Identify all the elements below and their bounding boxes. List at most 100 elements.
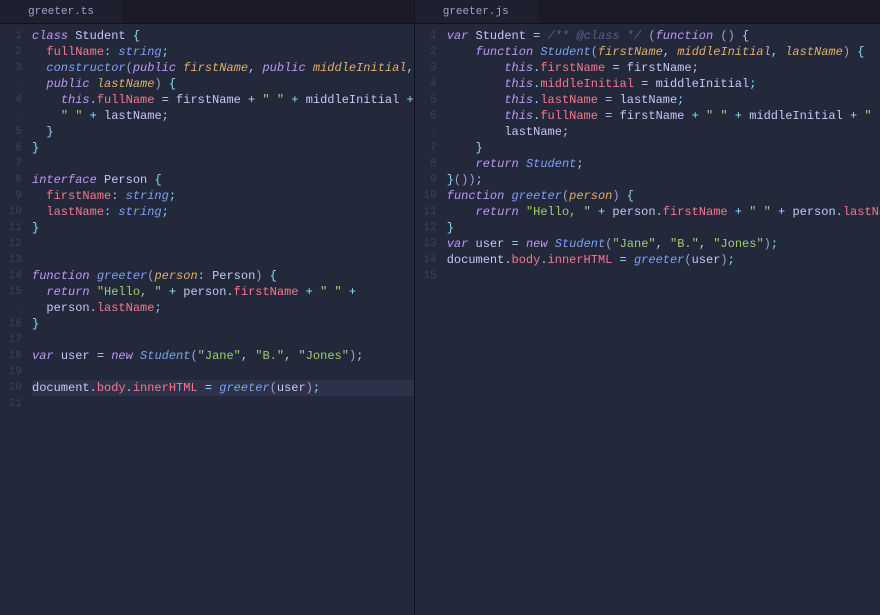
editor-left[interactable]: 123·4·56789101112131415·161718192021 cla… (0, 24, 414, 615)
code-line[interactable]: class Student { (32, 28, 414, 44)
code-line[interactable]: return "Hello, " + person.firstName + " … (32, 284, 414, 300)
token-punc: . (126, 381, 133, 395)
token-prop: firstName (540, 61, 605, 75)
code-line[interactable]: return Student; (447, 156, 880, 172)
code-line[interactable]: this.fullName = firstName + " " + middle… (447, 108, 880, 124)
token-punc: . (836, 205, 843, 219)
code-line[interactable]: return "Hello, " + person.firstName + " … (447, 204, 880, 220)
line-number: 7 (415, 140, 437, 156)
line-number: 21 (0, 396, 22, 412)
token-str: " " (320, 285, 342, 299)
code-line[interactable]: this.middleInitial = middleInitial; (447, 76, 880, 92)
code-line[interactable]: function greeter(person: Person) { (32, 268, 414, 284)
code-line[interactable] (32, 396, 414, 412)
code-line[interactable]: }()); (447, 172, 880, 188)
token-punc: , (241, 349, 255, 363)
code-line[interactable]: } (32, 316, 414, 332)
token-punc: , (407, 61, 414, 75)
token-kw: var (447, 29, 476, 43)
code-line[interactable]: document.body.innerHTML = greeter(user); (447, 252, 880, 268)
code-line[interactable]: } (32, 124, 414, 140)
token-op: + (298, 285, 320, 299)
token-str: " " (262, 93, 284, 107)
tab-greeter-js[interactable]: greeter.js (415, 0, 537, 23)
code-line[interactable]: " " + lastName; (32, 108, 414, 124)
code-line[interactable] (447, 268, 880, 284)
token-str: "Jones" (299, 349, 349, 363)
code-line[interactable] (32, 332, 414, 348)
token-fn: greeter (219, 381, 269, 395)
token-str: "B." (255, 349, 284, 363)
code-line[interactable]: } (447, 220, 880, 236)
gutter-left: 123·4·56789101112131415·161718192021 (0, 24, 28, 615)
code-line[interactable]: interface Person { (32, 172, 414, 188)
code-line[interactable] (32, 156, 414, 172)
code-right[interactable]: var Student = /** @class */ (function ()… (443, 24, 880, 615)
tab-bar-left: greeter.ts (0, 0, 414, 24)
line-number: 15 (415, 268, 437, 284)
token-plain (32, 285, 46, 299)
token-punc: , (656, 237, 670, 251)
line-number: 12 (415, 220, 437, 236)
token-punc: ; (771, 237, 778, 251)
token-punc: . (90, 301, 97, 315)
token-var: middleInitial (656, 77, 750, 91)
token-plain (447, 93, 505, 107)
code-line[interactable]: } (32, 140, 414, 156)
code-line[interactable]: document.body.innerHTML = greeter(user); (32, 380, 414, 396)
code-line[interactable]: this.fullName = firstName + " " + middle… (32, 92, 414, 108)
token-punc: , (771, 45, 785, 59)
token-kw: new (526, 237, 555, 251)
line-number: 17 (0, 332, 22, 348)
code-line[interactable]: constructor(public firstName, public mid… (32, 60, 414, 76)
code-line[interactable]: var user = new Student("Jane", "B.", "Jo… (447, 236, 880, 252)
token-punc: ; (356, 349, 363, 363)
token-var: lastName (620, 93, 678, 107)
line-number: 4 (415, 76, 437, 92)
code-line[interactable]: lastName: string; (32, 204, 414, 220)
token-var: middleInitial (749, 109, 843, 123)
code-line[interactable]: fullName: string; (32, 44, 414, 60)
token-fn: Student (555, 237, 605, 251)
token-op: + (728, 109, 750, 123)
token-op: = (90, 349, 112, 363)
code-line[interactable]: function Student(firstName, middleInitia… (447, 44, 880, 60)
line-number: 4 (0, 92, 22, 108)
token-var: lastName (504, 125, 562, 139)
token-op: = (526, 29, 548, 43)
code-line[interactable]: this.lastName = lastName; (447, 92, 880, 108)
line-number: · (0, 108, 22, 124)
token-var: user (61, 349, 90, 363)
token-plain (32, 45, 46, 59)
token-punc: } (447, 173, 454, 187)
token-op: + (241, 93, 263, 107)
code-line[interactable]: public lastName) { (32, 76, 414, 92)
code-line[interactable]: function greeter(person) { (447, 188, 880, 204)
code-line[interactable]: firstName: string; (32, 188, 414, 204)
code-line[interactable]: } (447, 140, 880, 156)
code-line[interactable]: lastName; (447, 124, 880, 140)
token-param: person (154, 269, 197, 283)
token-fn: greeter (634, 253, 684, 267)
code-line[interactable] (32, 236, 414, 252)
line-number: 3 (0, 60, 22, 76)
token-fn: Student (540, 45, 590, 59)
editor-right[interactable]: 123456·789101112131415 var Student = /**… (415, 24, 880, 615)
token-op: = (612, 253, 634, 267)
token-punc: , (284, 349, 298, 363)
tab-greeter-ts[interactable]: greeter.ts (0, 0, 122, 23)
code-line[interactable]: var Student = /** @class */ (function ()… (447, 28, 880, 44)
code-line[interactable]: person.lastName; (32, 300, 414, 316)
code-line[interactable] (32, 252, 414, 268)
token-punc: ; (162, 109, 169, 123)
code-left[interactable]: class Student { fullName: string; constr… (28, 24, 414, 615)
line-number: 6 (415, 108, 437, 124)
code-line[interactable]: } (32, 220, 414, 236)
token-kw: function (476, 45, 541, 59)
code-line[interactable]: var user = new Student("Jane", "B.", "Jo… (32, 348, 414, 364)
code-line[interactable]: this.firstName = firstName; (447, 60, 880, 76)
code-line[interactable] (32, 364, 414, 380)
token-punc: . (90, 93, 97, 107)
token-kw: class (32, 29, 75, 43)
token-param: firstName (183, 61, 248, 75)
